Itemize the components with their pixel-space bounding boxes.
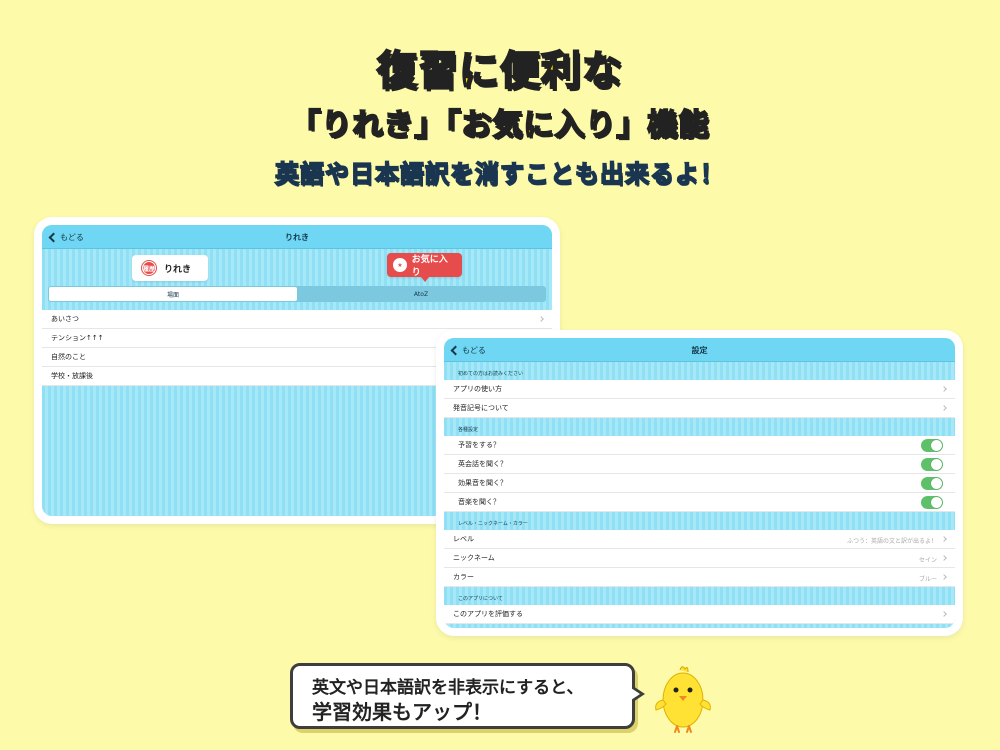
settings-row-preview: 予習をする？: [444, 436, 955, 455]
music-toggle[interactable]: [921, 496, 943, 509]
settings-row-level[interactable]: レベル ふつう：英語の文と訳が出るよ！: [444, 530, 955, 549]
row-label: 効果音を聞く？: [458, 479, 507, 487]
section-header: 初めての方はお読みください: [444, 362, 955, 380]
speech-bubble: 英文や日本語訳を非表示にすると、 学習効果もアップ！: [290, 663, 645, 729]
row-label: 音楽を聞く？: [458, 498, 500, 506]
settings-row-rate-app[interactable]: このアプリを評価する: [444, 605, 955, 624]
segment-scene[interactable]: 場面: [49, 287, 297, 301]
list-item-label: テンション↑↑↑: [51, 334, 104, 342]
settings-list: 初めての方はお読みください アプリの使い方 発音記号について 各種設定 予習をす…: [444, 362, 955, 624]
settings-device-frame: もどる 設定 初めての方はお読みください アプリの使い方 発音記号について 各種…: [436, 330, 963, 636]
chevron-right-icon: [538, 316, 544, 322]
settings-screen: もどる 設定 初めての方はお読みください アプリの使い方 発音記号について 各種…: [444, 338, 955, 628]
chevron-right-icon: [941, 386, 947, 392]
favorite-chip-label: お気に入り: [411, 255, 448, 278]
chick-mascot: [655, 666, 711, 733]
list-item-label: あいさつ: [51, 315, 79, 323]
chevron-right-icon: [941, 555, 947, 561]
chevron-right-icon: [941, 611, 947, 617]
history-chip[interactable]: 履歴 りれき: [132, 255, 208, 281]
star-icon: ★: [393, 258, 407, 272]
list-item-label: 学校・放課後: [51, 372, 93, 380]
row-value: ふつう：英語の文と訳が出るよ！: [846, 538, 937, 545]
settings-row-howto[interactable]: アプリの使い方: [444, 380, 955, 399]
history-badge-icon: 履歴: [142, 261, 156, 275]
callout-line-2: 学習効果もアップ！: [312, 700, 492, 724]
list-item-label: 自然のこと: [51, 353, 86, 361]
settings-row-music: 音楽を聞く？: [444, 493, 955, 512]
row-label: カラー: [453, 573, 474, 581]
settings-row-color[interactable]: カラー ブルー: [444, 568, 955, 587]
section-header: このアプリについて: [444, 587, 955, 605]
headline-main: 復習に便利な: [376, 47, 623, 95]
row-value: ブルー: [918, 576, 937, 583]
row-label: レベル: [453, 535, 474, 543]
history-header: 履歴 りれき ★ お気に入り 場面 AtoZ: [42, 249, 552, 310]
row-label: ニックネーム: [453, 554, 495, 562]
section-header: レベル・ニックネーム・カラー: [444, 512, 955, 530]
preview-toggle[interactable]: [921, 439, 943, 452]
settings-row-phonetics[interactable]: 発音記号について: [444, 399, 955, 418]
chevron-right-icon: [941, 405, 947, 411]
row-label: 発音記号について: [453, 404, 509, 412]
row-label: アプリの使い方: [453, 385, 502, 393]
settings-row-conversation: 英会話を聞く？: [444, 455, 955, 474]
headline-subtext: 英語や日本語訳を消すことも出来るよ！: [274, 159, 725, 189]
row-value: セイン: [918, 557, 937, 564]
favorite-chip[interactable]: ★ お気に入り: [387, 253, 462, 282]
settings-row-sound-effects: 効果音を聞く？: [444, 474, 955, 493]
settings-navbar: もどる 設定: [444, 338, 955, 362]
row-label: 英会話を聞く？: [458, 460, 507, 468]
chevron-right-icon: [941, 536, 947, 542]
history-title: りれき: [285, 233, 309, 242]
history-chip-label: りれき: [164, 264, 192, 275]
chevron-right-icon: [941, 574, 947, 580]
callout-line-1: 英文や日本語訳を非表示にすると、: [312, 678, 584, 698]
section-header: 各種設定: [444, 418, 955, 436]
sort-segmented-control: 場面 AtoZ: [48, 286, 546, 302]
sound-effects-toggle[interactable]: [921, 477, 943, 490]
headline-features: 「りれき」「お気に入り」機能: [290, 107, 710, 144]
row-label: 予習をする？: [458, 441, 500, 449]
settings-title: 設定: [691, 346, 708, 355]
list-item[interactable]: あいさつ: [42, 310, 552, 329]
history-navbar: もどる りれき: [42, 225, 552, 249]
row-label: このアプリを評価する: [453, 610, 523, 618]
segment-atoz[interactable]: AtoZ: [297, 287, 545, 301]
conversation-toggle[interactable]: [921, 458, 943, 471]
settings-row-nickname[interactable]: ニックネーム セイン: [444, 549, 955, 568]
